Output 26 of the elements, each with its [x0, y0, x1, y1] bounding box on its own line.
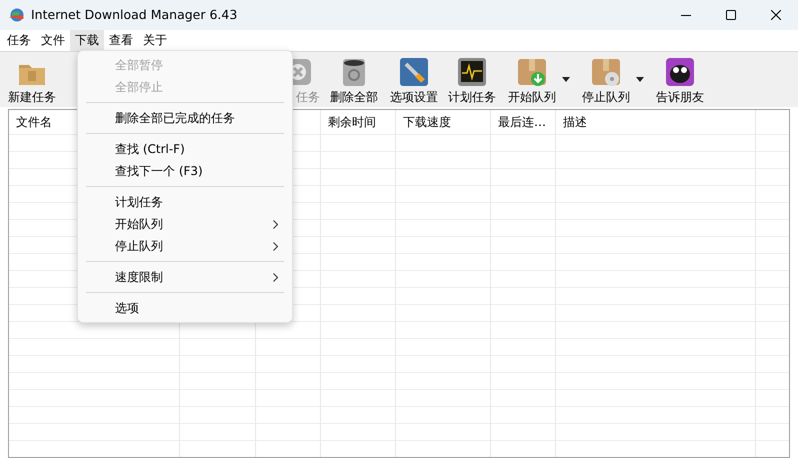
menu-item[interactable]: 删除全部已完成的任务 [82, 107, 288, 129]
toolbar-button[interactable]: 开始队列 [504, 56, 560, 104]
toolbar-button[interactable]: 计划任务 [444, 56, 500, 104]
column-header: 描述 [563, 115, 587, 129]
menu-item[interactable]: 关于 [138, 30, 172, 51]
menu-item[interactable]: 速度限制 [82, 266, 288, 288]
menu-item[interactable]: 任务 [2, 30, 36, 51]
menu-item[interactable]: 查看 [104, 30, 138, 51]
menu-item[interactable]: 停止队列 [82, 235, 288, 257]
menu-item[interactable]: 文件 [36, 30, 70, 51]
menu-item[interactable]: 计划任务 [82, 191, 288, 213]
menu-item[interactable]: 选项 [82, 297, 288, 319]
column-header: 剩余时间 [328, 115, 376, 129]
menu-item[interactable]: 查找下一个 (F3) [82, 160, 288, 182]
column-header: 文件名 [16, 115, 52, 129]
window-title: Internet Download Manager 6.43 [31, 6, 238, 24]
toolbar-button[interactable]: 告诉朋友 [652, 56, 708, 104]
toolbar-button[interactable]: 选项设置 [386, 56, 442, 104]
menu-item[interactable]: 查找 (Ctrl-F) [82, 138, 288, 160]
column-header: 下载速度 [403, 115, 451, 129]
column-header: 最后连… [498, 115, 546, 129]
toolbar-button[interactable]: 停止队列 [578, 56, 634, 104]
menu-item[interactable]: 开始队列 [82, 213, 288, 235]
toolbar-button[interactable]: 删除全部 [326, 56, 382, 104]
menu-item[interactable]: 下载 [70, 30, 104, 51]
toolbar-button[interactable]: 新建任务 [4, 56, 60, 104]
